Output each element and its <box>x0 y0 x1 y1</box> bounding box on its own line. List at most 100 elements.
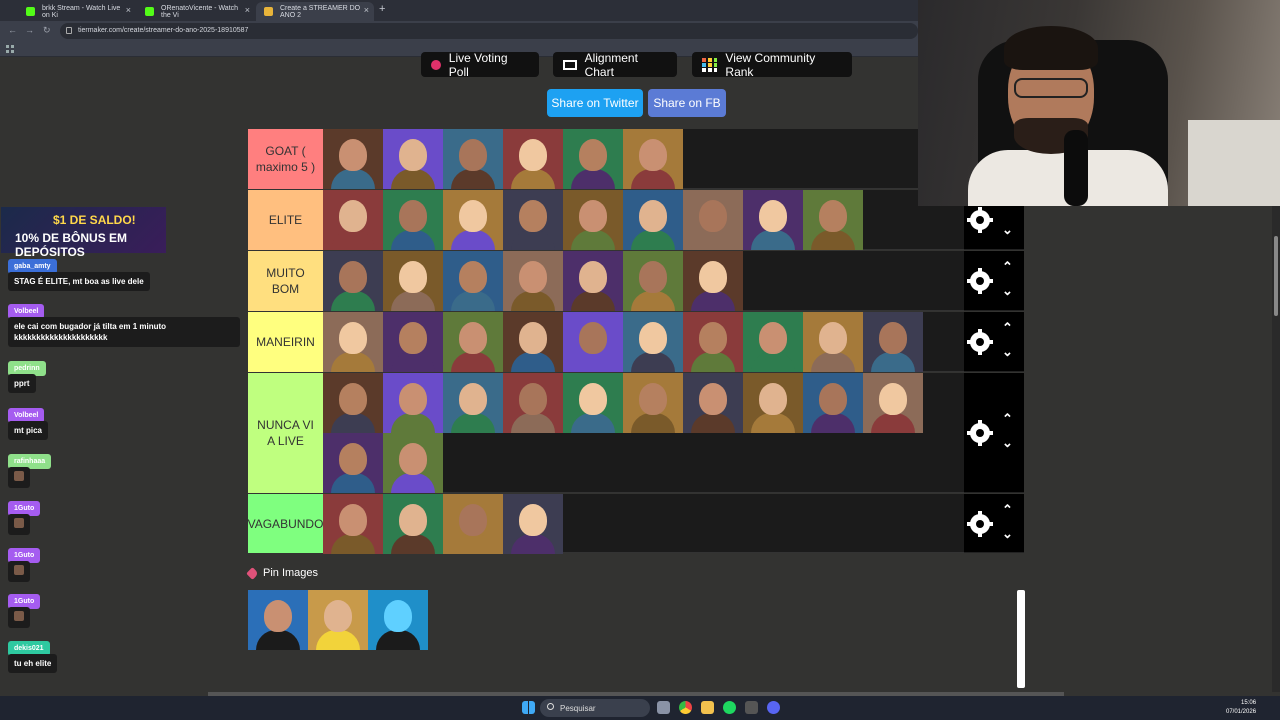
back-icon[interactable]: ← <box>8 25 17 35</box>
chevron-up-icon[interactable]: ⌃ <box>1002 411 1013 427</box>
tab-kick-renato[interactable]: ORenatoVicente - Watch the Vi × <box>137 2 255 21</box>
streamer-thumbnail[interactable] <box>743 312 803 372</box>
gear-icon[interactable] <box>967 207 993 233</box>
tier-label[interactable]: VAGABUNDO <box>248 494 323 553</box>
chevron-up-icon[interactable]: ⌃ <box>1002 502 1013 518</box>
tab-tiermaker[interactable]: Create a STREAMER DO ANO 2 × <box>256 2 374 21</box>
streamer-thumbnail[interactable] <box>683 312 743 372</box>
streamer-thumbnail[interactable] <box>743 373 803 433</box>
chevron-down-icon[interactable]: ⌄ <box>1002 222 1013 238</box>
streamer-thumbnail[interactable] <box>863 373 923 433</box>
chrome-icon[interactable] <box>679 701 692 714</box>
alignment-chart-button[interactable]: Alignment Chart <box>553 51 677 79</box>
streamer-thumbnail[interactable] <box>623 373 683 433</box>
reload-icon[interactable]: ↻ <box>43 25 51 36</box>
tier-label[interactable]: ELITE <box>248 190 323 250</box>
page-scrollbar[interactable] <box>1272 206 1280 692</box>
streamer-thumbnail[interactable] <box>443 190 503 250</box>
tier-items[interactable] <box>323 494 964 554</box>
streamer-thumbnail[interactable] <box>323 494 383 554</box>
streamer-thumbnail[interactable] <box>323 190 383 250</box>
streamer-thumbnail[interactable] <box>623 129 683 189</box>
streamer-thumbnail[interactable] <box>563 190 623 250</box>
streamer-thumbnail[interactable] <box>683 251 743 311</box>
tier-label[interactable]: MUITO BOM <box>248 251 323 311</box>
tier-label[interactable]: MANEIRIN <box>248 312 323 372</box>
streamer-thumbnail[interactable] <box>443 129 503 189</box>
streamer-thumbnail[interactable] <box>323 373 383 433</box>
streamer-thumbnail[interactable] <box>563 373 623 433</box>
windows-start-icon[interactable] <box>522 701 535 714</box>
gear-icon[interactable] <box>967 510 993 537</box>
streamer-thumbnail[interactable] <box>503 251 563 311</box>
tab-kick-brkk[interactable]: brkk Stream - Watch Live on Ki × <box>18 2 136 21</box>
streamer-thumbnail[interactable] <box>683 373 743 433</box>
streamer-thumbnail[interactable] <box>443 251 503 311</box>
gear-icon[interactable] <box>967 420 993 446</box>
tier-items[interactable] <box>323 251 964 311</box>
streamer-thumbnail[interactable] <box>323 433 383 493</box>
community-rank-button[interactable]: View Community Rank <box>692 51 852 79</box>
share-fb-button[interactable]: Share on FB <box>648 89 726 117</box>
system-clock[interactable]: 15:06 07/01/2026 <box>1226 699 1256 717</box>
streamer-thumbnail[interactable] <box>503 373 563 433</box>
close-icon[interactable]: × <box>126 5 131 15</box>
streamer-thumbnail[interactable] <box>323 251 383 311</box>
scroll-thumb[interactable] <box>1274 236 1278 316</box>
streamer-thumbnail[interactable] <box>323 129 383 189</box>
url-input[interactable]: tiermaker.com/create/streamer-do-ano-202… <box>60 23 918 39</box>
tier-items[interactable] <box>323 373 964 493</box>
streamer-thumbnail[interactable] <box>323 312 383 372</box>
streamer-thumbnail[interactable] <box>803 190 863 250</box>
chevron-down-icon[interactable]: ⌄ <box>1002 283 1013 299</box>
share-twitter-button[interactable]: Share on Twitter <box>547 89 643 117</box>
streamer-thumbnail[interactable] <box>443 373 503 433</box>
gear-icon[interactable] <box>967 268 993 294</box>
streamer-thumbnail[interactable] <box>443 494 503 554</box>
discord-icon[interactable] <box>767 701 780 714</box>
chevron-down-icon[interactable]: ⌄ <box>1002 435 1013 451</box>
streamer-thumbnail[interactable] <box>443 312 503 372</box>
media-player-icon[interactable] <box>745 701 758 714</box>
chevron-down-icon[interactable]: ⌄ <box>1002 526 1013 542</box>
tray-scrollbar[interactable] <box>1017 590 1025 688</box>
folder-icon[interactable] <box>701 701 714 714</box>
chevron-up-icon[interactable]: ⌃ <box>1002 320 1013 336</box>
chevron-up-icon[interactable]: ⌃ <box>1002 259 1013 275</box>
streamer-thumbnail[interactable] <box>503 494 563 554</box>
pinned-thumbnail[interactable] <box>368 590 428 650</box>
tier-items[interactable] <box>323 190 964 250</box>
task-view-icon[interactable] <box>657 701 670 714</box>
tier-items[interactable] <box>323 129 964 189</box>
tier-items[interactable] <box>323 312 964 372</box>
spotify-icon[interactable] <box>723 701 736 714</box>
streamer-thumbnail[interactable] <box>863 312 923 372</box>
streamer-thumbnail[interactable] <box>623 190 683 250</box>
forward-icon[interactable]: → <box>25 25 34 35</box>
pin-images-tray[interactable] <box>248 590 428 650</box>
live-voting-button[interactable]: Live Voting Poll <box>421 51 539 79</box>
streamer-thumbnail[interactable] <box>503 129 563 189</box>
taskbar-search[interactable]: Pesquisar <box>540 699 650 717</box>
streamer-thumbnail[interactable] <box>383 433 443 493</box>
gear-icon[interactable] <box>967 329 993 355</box>
pinned-thumbnail[interactable] <box>308 590 368 650</box>
streamer-thumbnail[interactable] <box>383 251 443 311</box>
streamer-thumbnail[interactable] <box>623 312 683 372</box>
streamer-thumbnail[interactable] <box>383 190 443 250</box>
close-icon[interactable]: × <box>364 5 369 15</box>
streamer-thumbnail[interactable] <box>803 312 863 372</box>
streamer-thumbnail[interactable] <box>563 251 623 311</box>
chevron-down-icon[interactable]: ⌄ <box>1002 344 1013 360</box>
streamer-thumbnail[interactable] <box>683 190 743 250</box>
tier-label[interactable]: NUNCA VI A LIVE <box>248 373 323 493</box>
streamer-thumbnail[interactable] <box>383 312 443 372</box>
streamer-thumbnail[interactable] <box>503 190 563 250</box>
streamer-thumbnail[interactable] <box>383 373 443 433</box>
streamer-thumbnail[interactable] <box>383 494 443 554</box>
streamer-thumbnail[interactable] <box>623 251 683 311</box>
streamer-thumbnail[interactable] <box>563 312 623 372</box>
streamer-thumbnail[interactable] <box>563 129 623 189</box>
new-tab-button[interactable]: + <box>379 3 385 15</box>
streamer-thumbnail[interactable] <box>803 373 863 433</box>
